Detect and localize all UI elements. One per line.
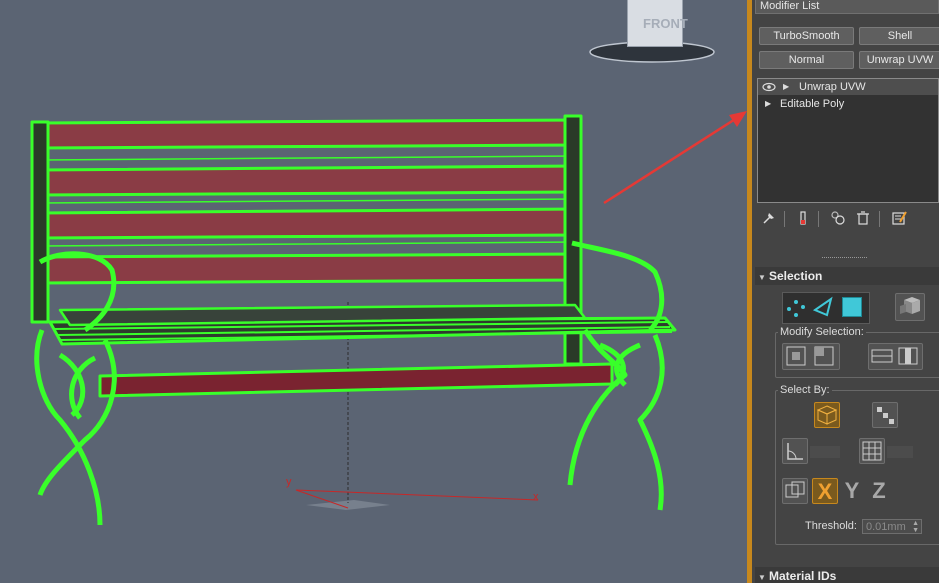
viewcube[interactable]: FRONT: [627, 0, 688, 47]
face-mode-icon[interactable]: [842, 297, 862, 317]
smoothing-spinner[interactable]: [887, 446, 913, 458]
select-by-element-button[interactable]: [814, 402, 840, 428]
select-by-smoothing-button[interactable]: [859, 438, 885, 464]
viewport-perspective[interactable]: FRONT y x: [0, 0, 747, 583]
gizmo-x-axis: [295, 489, 539, 501]
overlap-icon: [785, 481, 805, 498]
spinner-arrows-icon[interactable]: ▲ ▼: [912, 520, 919, 534]
cube-icon: [816, 405, 838, 425]
grid-icon: [862, 441, 882, 461]
threshold-label: Threshold:: [805, 520, 857, 532]
bench-scene: [30, 41, 715, 526]
make-unique-icon[interactable]: [830, 210, 846, 226]
ground-plane: [306, 500, 390, 510]
configure-sets-icon[interactable]: [891, 210, 907, 226]
panel-splitter[interactable]: [822, 257, 867, 260]
shell-button[interactable]: Shell: [859, 27, 939, 45]
gizmo-y-label: y: [286, 476, 292, 488]
show-end-result-icon[interactable]: [795, 210, 811, 226]
stack-item-unwrap-uvw[interactable]: ▶ Unwrap UVW: [758, 79, 938, 95]
angle-icon: [787, 443, 803, 460]
threshold-spinner[interactable]: 0.01mm ▲ ▼: [862, 519, 922, 534]
normal-button[interactable]: Normal: [759, 51, 854, 69]
modify-panel: Modifier List TurboSmooth Shell Normal U…: [752, 0, 939, 583]
stack-item-label: Unwrap UVW: [799, 81, 866, 93]
loop-ring-buttons[interactable]: [868, 343, 923, 370]
rollout-title: Selection: [769, 269, 823, 283]
lower-rail: [98, 362, 614, 398]
planar-angle-spinner[interactable]: [810, 446, 840, 458]
loop-ring-icon: [871, 347, 918, 365]
collapse-triangle-icon: ▼: [758, 573, 766, 582]
grow-shrink-buttons[interactable]: [782, 343, 840, 370]
axis-z-button[interactable]: Z: [866, 478, 892, 504]
element-mode-button[interactable]: [895, 293, 925, 321]
toolbar-separator: [784, 211, 785, 227]
select-overlapped-button[interactable]: [782, 478, 808, 504]
axis-y-button[interactable]: Y: [839, 478, 865, 504]
connected-icon: [877, 407, 894, 424]
edge-mode-icon[interactable]: [812, 296, 834, 318]
turbosmooth-button[interactable]: TurboSmooth: [759, 27, 854, 45]
modify-selection-label: Modify Selection:: [778, 326, 866, 338]
back-slats: [36, 118, 582, 285]
axis-x-button[interactable]: X: [812, 478, 838, 504]
planar-angle-button[interactable]: [782, 438, 808, 464]
unwrap-uvw-button[interactable]: Unwrap UVW: [859, 51, 939, 69]
viewcube-face-label: FRONT: [643, 16, 688, 31]
collapse-triangle-icon: ▼: [758, 273, 766, 282]
back-post-left: [30, 120, 50, 324]
select-by-connected-button[interactable]: [872, 402, 898, 428]
modifier-stack[interactable]: ▶ Unwrap UVW ▶ Editable Poly: [757, 78, 939, 203]
expand-triangle-icon[interactable]: ▶: [765, 96, 771, 112]
pin-stack-icon[interactable]: [761, 210, 777, 226]
remove-modifier-icon[interactable]: [855, 210, 871, 226]
select-by-label: Select By:: [778, 384, 832, 396]
gizmo-x-label: x: [533, 491, 539, 503]
vertex-mode-icon[interactable]: [785, 296, 807, 318]
element-cube-icon: [900, 297, 920, 314]
stack-item-label: Editable Poly: [780, 98, 845, 110]
annotation-arrow: [603, 111, 747, 205]
selection-rollout-header[interactable]: ▼ Selection: [755, 267, 939, 285]
material-ids-rollout-header[interactable]: ▼ Material IDs: [755, 567, 939, 583]
grow-shrink-icon: [786, 346, 834, 366]
stack-item-editable-poly[interactable]: ▶ Editable Poly: [758, 96, 938, 112]
threshold-value: 0.01mm: [866, 521, 906, 533]
modifier-list-dropdown[interactable]: Modifier List: [755, 0, 939, 14]
expand-triangle-icon[interactable]: ▶: [783, 79, 789, 95]
toolbar-separator: [879, 211, 880, 227]
rollout-title: Material IDs: [769, 569, 837, 583]
toolbar-separator: [818, 211, 819, 227]
